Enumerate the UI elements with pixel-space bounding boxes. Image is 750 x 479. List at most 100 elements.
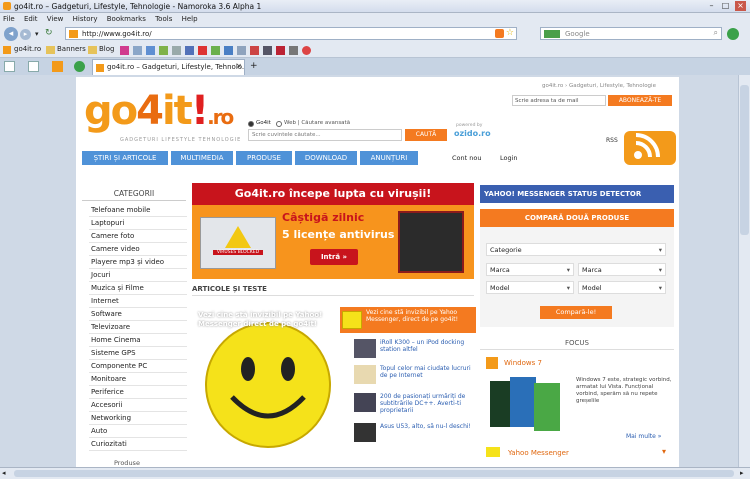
category-item[interactable]: Accesorii [89,399,187,412]
menu-help[interactable]: Help [182,15,198,23]
rss-feed-icon[interactable] [495,29,504,38]
horizontal-scrollbar[interactable]: ◂ ▸ [0,467,750,479]
maximize-icon[interactable]: □ [720,1,731,11]
category-item[interactable]: Muzica și Filme [89,282,187,295]
red-icon[interactable] [276,46,285,55]
tab-list-icon[interactable] [4,61,15,72]
article-item[interactable]: Topul celor mai ciudate lucruri de pe In… [380,365,474,379]
article-item[interactable]: 200 de pasionați urmăriți de subtitrăril… [380,393,474,414]
antivirus-banner[interactable]: Go4it.ro începe lupta cu virușii! VIRUSE… [192,183,474,279]
nav-multimedia-button[interactable]: MULTIMEDIA [171,151,233,165]
focus-windows7-title[interactable]: Windows 7 [504,359,542,367]
minimize-icon[interactable]: – [706,1,717,11]
menu-tools[interactable]: Tools [155,15,172,23]
bookmark-star-icon[interactable]: ☆ [506,28,514,38]
model-select-1[interactable]: Model ▾ [486,281,574,294]
menu-history[interactable]: History [73,15,98,23]
category-item[interactable]: Laptopuri [89,217,187,230]
menu-bookmarks[interactable]: Bookmarks [107,15,146,23]
browser-search-input[interactable]: Google ⌕ [540,27,722,40]
stop-icon[interactable] [302,46,311,55]
blog-icon[interactable] [224,46,233,55]
category-item[interactable]: Componente PC [89,360,187,373]
scrollbar-thumb[interactable] [740,85,749,235]
youtube-icon[interactable] [250,46,259,55]
login-link[interactable]: Login [500,154,518,162]
category-item[interactable]: Sisteme GPS [89,347,187,360]
article-item[interactable]: Vezi cine stă invizibil pe Yahoo Messeng… [366,309,474,323]
doc-icon[interactable] [237,46,246,55]
new-tab-icon[interactable]: + [250,61,258,71]
category-item[interactable]: Home Cinema [89,334,187,347]
menu-file[interactable]: File [3,15,15,23]
site-search-input[interactable]: Scrie cuvintele căutate... [248,129,402,141]
more-link[interactable]: Mai multe » [626,433,661,440]
cont-nou-link[interactable]: Cont nou [452,154,481,162]
nav-stiri-button[interactable]: ȘTIRI ȘI ARTICOLE [82,151,168,165]
menu-view[interactable]: View [47,15,64,23]
category-item[interactable]: Software [89,308,187,321]
scroll-left-icon[interactable]: ◂ [2,469,6,477]
radio-web[interactable] [276,121,282,127]
nav-download-button[interactable]: DOWNLOAD [295,151,357,165]
mail-icon[interactable] [133,46,142,55]
tab-icon[interactable] [28,61,39,72]
category-item[interactable]: Auto [89,425,187,438]
rss-icon[interactable] [624,131,676,165]
tab-go4it[interactable]: go4it.ro – Gadgeturi, Lifestyle, Tehnolo… [92,59,245,75]
tab-icon[interactable] [52,61,63,72]
close-icon[interactable]: × [735,1,746,11]
addon-icon[interactable] [727,28,739,40]
yahoo-detector-banner[interactable]: YAHOO! MESSENGER STATUS DETECTOR [480,185,674,203]
newsletter-subscribe-button[interactable]: ABONEAZĂ-TE [608,95,672,106]
banner-enter-button[interactable]: Intră » [310,249,358,265]
search-icon[interactable]: ⌕ [714,28,718,38]
focus-yahoo-title[interactable]: Yahoo Messenger [508,449,569,457]
compare-button[interactable]: Compară-le! [540,306,612,319]
gmail-icon[interactable] [198,46,207,55]
category-item[interactable]: Televizoare [89,321,187,334]
film-icon[interactable] [263,46,272,55]
grid-icon[interactable] [185,46,194,55]
close-tab-icon[interactable]: × [236,62,242,70]
category-item[interactable]: Camere video [89,243,187,256]
site-search-button[interactable]: CAUTĂ [405,129,447,141]
forward-icon[interactable]: ▸ [20,29,31,40]
scrollbar-thumb[interactable] [14,470,734,477]
flickr-icon[interactable] [120,46,129,55]
chevron-down-icon[interactable]: ▾ [662,447,666,456]
windows-icon[interactable] [159,46,168,55]
category-select[interactable]: Categorie ▾ [486,243,666,256]
brand-select-2[interactable]: Marca ▾ [578,263,666,276]
bookmark-go4it[interactable]: go4it.ro [14,45,41,53]
article-item[interactable]: Asus U53, alto, să nu-l deschi! [380,423,474,430]
camera-icon[interactable] [289,46,298,55]
dropdown-icon[interactable]: ▾ [35,30,39,38]
category-item[interactable]: Monitoare [89,373,187,386]
category-item[interactable]: Playere mp3 și video [89,256,187,269]
nav-produse-button[interactable]: PRODUSE [236,151,292,165]
radio-go4it[interactable] [248,121,254,127]
category-item[interactable]: Internet [89,295,187,308]
calendar-icon[interactable] [146,46,155,55]
brand-select-1[interactable]: Marca ▾ [486,263,574,276]
scroll-right-icon[interactable]: ▸ [740,469,744,477]
category-item[interactable]: Camere foto [89,230,187,243]
category-item[interactable]: Periferice [89,386,187,399]
featured-article[interactable]: Vezi cine stă invizibil pe Yahoo! Messen… [192,301,352,457]
category-item[interactable]: Networking [89,412,187,425]
bookmark-banners[interactable]: Banners [57,45,86,53]
category-item[interactable]: Jocuri [89,269,187,282]
menu-edit[interactable]: Edit [24,15,38,23]
leaf-icon[interactable] [211,46,220,55]
tool-icon[interactable] [172,46,181,55]
reload-icon[interactable]: ↻ [45,28,53,38]
url-input[interactable]: http://www.go4it.ro/ ☆ [65,27,517,40]
vertical-scrollbar[interactable] [738,75,750,467]
site-logo[interactable]: go4it!.ro [84,91,234,137]
category-item[interactable]: Curiozitati [89,438,187,451]
bookmark-blog[interactable]: Blog [99,45,114,53]
newsletter-input[interactable]: Scrie adresa ta de mail [512,95,606,106]
tab-icon[interactable] [74,61,85,72]
ozido-logo[interactable]: ozido.ro [454,129,491,138]
